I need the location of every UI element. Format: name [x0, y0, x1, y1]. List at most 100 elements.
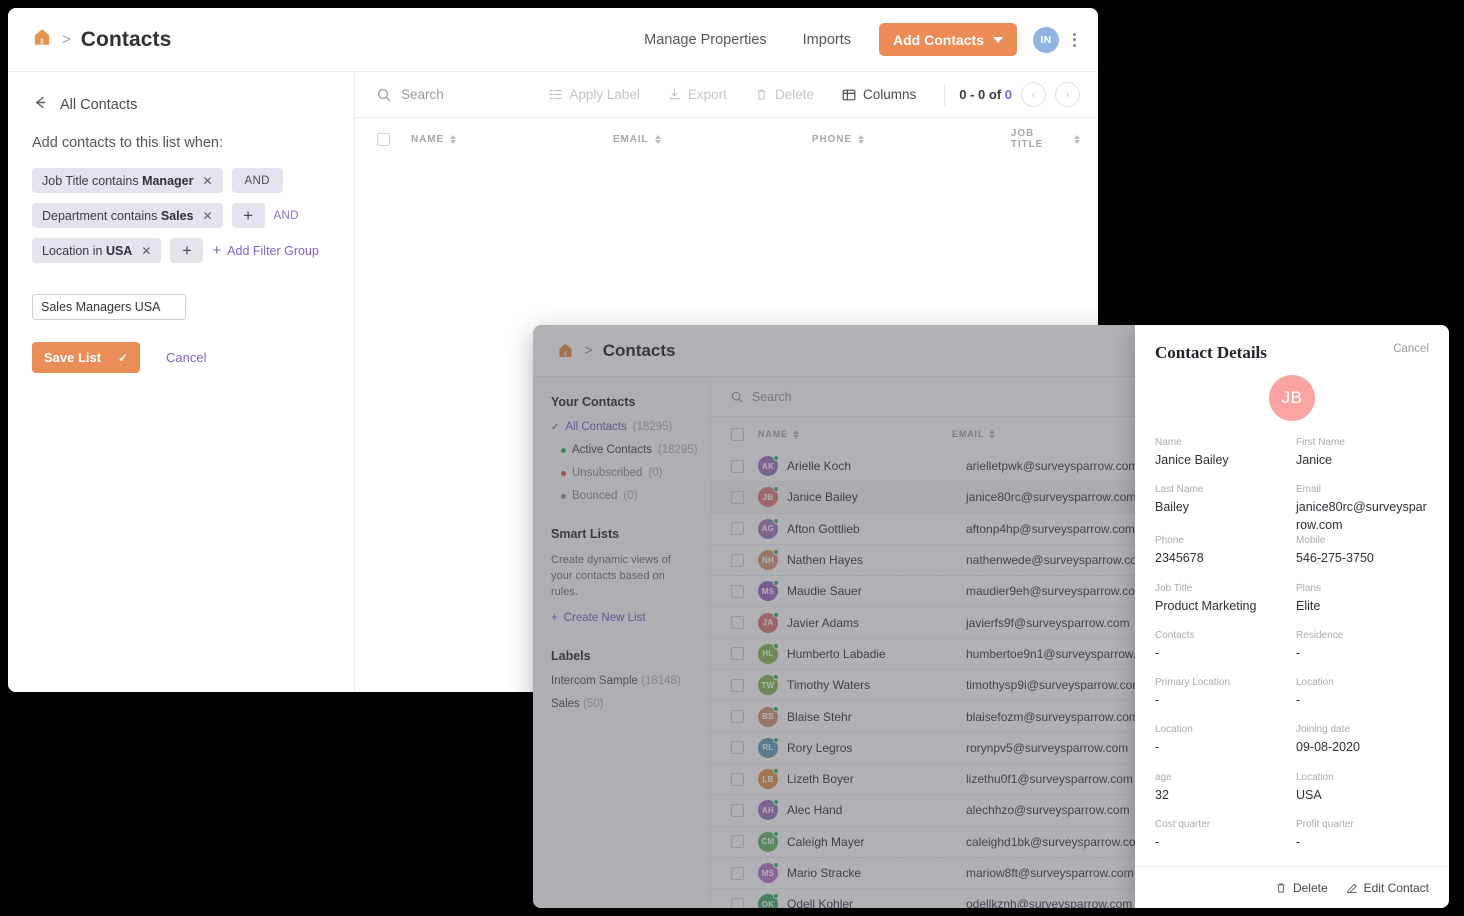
sidebar-section-labels: Labels [551, 648, 591, 663]
columns-button[interactable]: Columns [828, 87, 930, 102]
nav-imports[interactable]: Imports [785, 32, 869, 48]
contact-detail-field: First Name Janice [1296, 437, 1429, 469]
list-name-input[interactable] [32, 294, 186, 320]
row-checkbox[interactable] [731, 459, 744, 473]
field-label: Joining date [1296, 724, 1350, 736]
field-label: Location [1155, 724, 1193, 736]
and-chip[interactable]: AND [231, 168, 283, 193]
contact-avatar-wrap: JB [1135, 375, 1449, 421]
row-checkbox[interactable] [731, 553, 744, 567]
contact-name-cell: JB Janice Bailey [758, 486, 966, 508]
row-checkbox[interactable] [731, 897, 744, 908]
row-checkbox[interactable] [731, 678, 744, 692]
sidebar-item-bounced[interactable]: Bounced (0) [551, 490, 694, 502]
smart-lists-description: Create dynamic views of your contacts ba… [551, 554, 671, 598]
contact-details-fields: Name Janice Bailey First Name Janice Last Na… [1135, 437, 1449, 866]
delete-contact-button[interactable]: Delete [1275, 881, 1328, 895]
prev-page-button[interactable]: ‹ [1021, 82, 1046, 107]
create-new-list-button[interactable]: + Create New List [551, 612, 694, 624]
avatar: NH [758, 549, 779, 571]
contacts-sidebar: Your Contacts ✓ All Contacts (18295) Act… [533, 377, 711, 908]
smart-list-filter-panel: All Contacts Add contacts to this list w… [8, 72, 355, 692]
row-checkbox[interactable] [731, 710, 744, 724]
remove-filter-icon[interactable]: ✕ [141, 245, 151, 257]
add-filter-icon[interactable]: + [170, 238, 204, 263]
filter-chip-location[interactable]: Location in USA ✕ [32, 238, 162, 263]
export-button[interactable]: Export [654, 87, 741, 102]
cancel-button[interactable]: Cancel [166, 350, 206, 365]
status-dot-icon [773, 830, 779, 837]
nav-manage-properties[interactable]: Manage Properties [626, 32, 785, 48]
kebab-menu-icon[interactable] [1073, 32, 1076, 47]
contact-detail-field: Location - [1155, 724, 1288, 756]
back-to-all-contacts[interactable]: All Contacts [32, 94, 332, 116]
row-checkbox[interactable] [731, 835, 744, 849]
edit-contact-button[interactable]: Edit Contact [1346, 881, 1429, 895]
apply-label-button[interactable]: Apply Label [535, 87, 654, 102]
next-page-button[interactable]: › [1055, 82, 1080, 107]
save-list-button[interactable]: Save List ✓ [32, 342, 140, 373]
sidebar-item-unsubscribed[interactable]: Unsubscribed (0) [551, 467, 694, 479]
field-label: Profit quarter [1296, 818, 1354, 830]
cancel-button[interactable]: Cancel [1393, 343, 1429, 355]
contact-name: Janice Bailey [787, 490, 858, 505]
status-dot-icon [773, 642, 779, 649]
field-label: Mobile [1296, 535, 1326, 547]
column-header-name[interactable]: NAME [411, 134, 613, 145]
column-header-name[interactable]: NAME [758, 429, 952, 439]
contact-name: Maudie Sauer [787, 584, 862, 599]
select-all-checkbox[interactable] [731, 427, 744, 441]
add-filter-icon[interactable]: + [231, 203, 265, 228]
filter-chip-department[interactable]: Department contains Sales ✕ [32, 203, 223, 228]
field-label: Phone [1155, 535, 1184, 547]
contact-detail-field: Email janice80rc@surveysparrow.com [1296, 484, 1429, 531]
row-checkbox[interactable] [731, 616, 744, 630]
row-checkbox[interactable] [731, 490, 744, 504]
avatar: JA [758, 611, 779, 633]
row-checkbox[interactable] [731, 584, 744, 598]
search-input[interactable]: Search [731, 390, 792, 404]
select-all-checkbox[interactable] [377, 132, 390, 146]
table-toolbar: Search Apply Label Export Delete Columns… [355, 72, 1098, 118]
row-checkbox[interactable] [731, 866, 744, 880]
sidebar-item-label-sales[interactable]: Sales (50) [551, 698, 694, 710]
sidebar-item-active-contacts[interactable]: Active Contacts (18295) [551, 444, 698, 456]
home-icon[interactable] [32, 27, 52, 52]
remove-filter-icon[interactable]: ✕ [202, 210, 212, 222]
pagination-status: 0 - 0 of 0 [959, 87, 1012, 102]
column-header-job-title[interactable]: JOB TITLE [1011, 128, 1080, 150]
contact-name-cell: JA Javier Adams [758, 611, 966, 633]
row-checkbox[interactable] [731, 803, 744, 817]
contact-name: Caleigh Mayer [787, 834, 865, 849]
row-checkbox[interactable] [731, 647, 744, 661]
home-icon[interactable] [557, 342, 574, 359]
remove-filter-icon[interactable]: ✕ [202, 175, 212, 187]
status-dot-icon [773, 893, 779, 900]
sidebar-item-label-intercom-sample[interactable]: Intercom Sample (18148) [551, 675, 694, 687]
add-filter-group-button[interactable]: + Add Filter Group [212, 243, 318, 258]
avatar: LB [758, 768, 779, 790]
search-input[interactable]: Search [377, 87, 444, 102]
row-checkbox[interactable] [731, 741, 744, 755]
user-avatar[interactable]: IN [1033, 26, 1059, 53]
status-dot-icon [773, 862, 779, 868]
field-label: Cost quarter [1155, 818, 1211, 830]
sidebar-item-all-contacts[interactable]: ✓ All Contacts (18295) [551, 421, 694, 433]
field-value: Product Marketing [1155, 598, 1257, 613]
row-checkbox[interactable] [731, 772, 744, 786]
contact-name-cell: MS Mario Stracke [758, 862, 966, 883]
status-dot-icon [773, 486, 779, 493]
sidebar-section-smart-lists: Smart Lists [551, 527, 620, 541]
and-label: AND [273, 209, 299, 222]
column-header-email[interactable]: EMAIL [613, 134, 812, 145]
delete-button[interactable]: Delete [741, 87, 828, 102]
field-label: Location [1296, 677, 1334, 688]
row-checkbox[interactable] [731, 522, 744, 536]
contact-name-cell: NH Nathen Hayes [758, 549, 966, 571]
top-nav: Manage Properties Imports Add Contacts I… [626, 23, 1076, 56]
column-header-phone[interactable]: PHONE [812, 134, 1011, 145]
add-contacts-button[interactable]: Add Contacts [879, 23, 1017, 56]
filter-chip-job-title[interactable]: Job Title contains Manager ✕ [32, 168, 223, 193]
sidebar-item-count: (0) [623, 490, 638, 502]
contact-name: Odell Kohler [787, 897, 854, 908]
